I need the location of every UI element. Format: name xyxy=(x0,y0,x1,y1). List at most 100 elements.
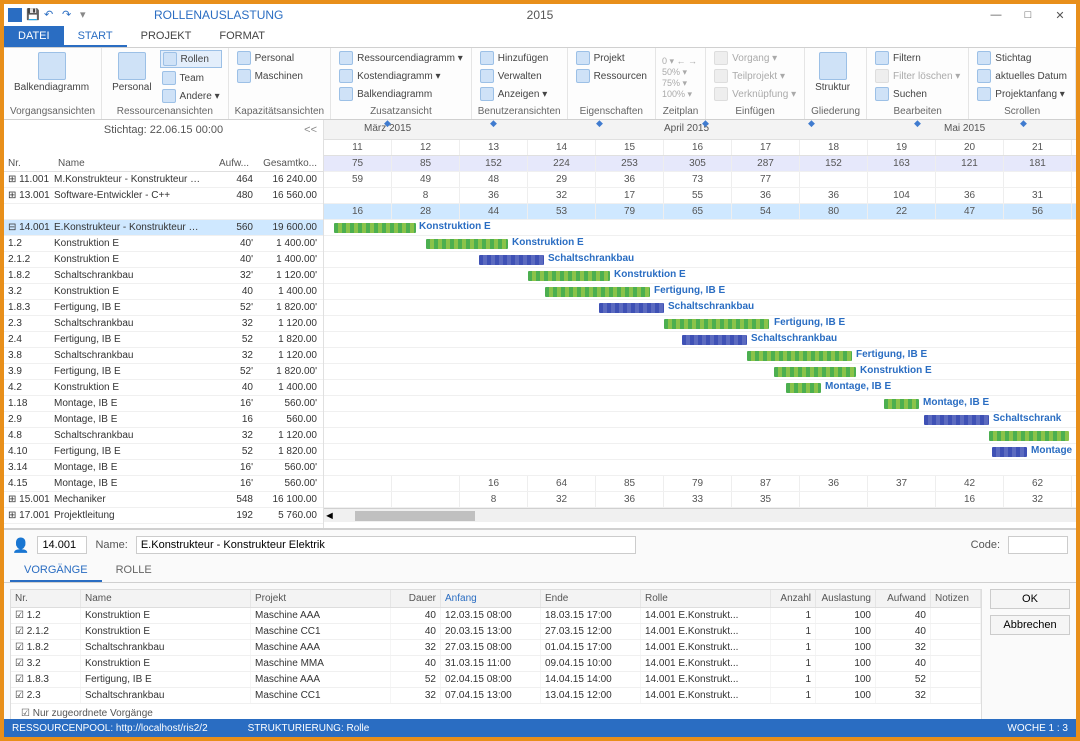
gantt-row[interactable]: Konstruktion E xyxy=(324,236,1076,252)
table-row[interactable]: 1.8.2Schaltschrankbau32'1 120.00' xyxy=(4,268,323,284)
detail-tab-vorgaenge[interactable]: VORGÄNGE xyxy=(10,560,102,582)
table-row[interactable]: ⊞ 11.001M.Konstrukteur - Konstrukteur Me… xyxy=(4,172,323,188)
col-name[interactable]: Name xyxy=(54,156,203,171)
table-row[interactable]: ⊟ 14.001E.Konstrukteur - Konstrukteur El… xyxy=(4,220,323,236)
tab-datei[interactable]: DATEI xyxy=(4,26,64,47)
table-row[interactable]: ⊞ 13.001Software-Entwickler - C++48016 5… xyxy=(4,188,323,204)
table-row[interactable]: 3.2Konstruktion E401 400.00 xyxy=(4,284,323,300)
gantt-bar[interactable] xyxy=(664,319,769,329)
balkendiagramm-button[interactable]: Balkendiagramm xyxy=(10,50,93,106)
table-row[interactable] xyxy=(4,204,323,220)
gantt-row[interactable] xyxy=(324,460,1076,476)
gantt-row[interactable]: Fertigung, IB E xyxy=(324,284,1076,300)
table-row[interactable]: 4.10Fertigung, IB E521 820.00 xyxy=(4,444,323,460)
detail-row[interactable]: ☑ 2.3SchaltschrankbauMaschine CC13207.04… xyxy=(11,688,981,704)
gantt-bar[interactable] xyxy=(747,351,852,361)
verwalten-button[interactable]: Verwalten xyxy=(478,68,551,84)
gantt-bar[interactable] xyxy=(599,303,664,313)
close-button[interactable]: ✕ xyxy=(1048,9,1072,22)
col-nr[interactable]: Nr. xyxy=(4,156,54,171)
detail-tab-rolle[interactable]: ROLLE xyxy=(102,560,166,582)
rollen-button[interactable]: Rollen xyxy=(160,50,222,68)
gantt-bar[interactable] xyxy=(884,399,919,409)
hinzufuegen-button[interactable]: Hinzufügen xyxy=(478,50,551,66)
gantt-bar[interactable] xyxy=(992,447,1027,457)
gantt-row[interactable]: Konstruktion E xyxy=(324,268,1076,284)
balkendiagramm2-button[interactable]: Balkendiagramm xyxy=(337,86,465,102)
minimize-button[interactable]: — xyxy=(984,9,1008,22)
gantt-bar[interactable] xyxy=(786,383,821,393)
table-row[interactable]: ⊞ 17.001Projektleitung1925 760.00 xyxy=(4,508,323,524)
col-aufw[interactable]: Aufw... xyxy=(203,156,253,171)
tab-start[interactable]: START xyxy=(64,26,127,47)
gantt-row[interactable]: Montage, IB E xyxy=(324,380,1076,396)
gantt-row[interactable]: Konstruktion E xyxy=(324,220,1076,236)
gantt-bar[interactable] xyxy=(545,287,650,297)
personal-button[interactable]: Personal xyxy=(108,50,155,106)
maschinen-button[interactable]: Maschinen xyxy=(235,68,305,84)
personal2-button[interactable]: Personal xyxy=(235,50,305,66)
filtern-button[interactable]: Filtern xyxy=(873,50,962,66)
gantt-row[interactable]: Fertigung, IB E xyxy=(324,348,1076,364)
table-row[interactable]: 1.8.3Fertigung, IB E52'1 820.00' xyxy=(4,300,323,316)
horizontal-scrollbar[interactable]: ◄ xyxy=(324,508,1076,522)
table-row[interactable]: 3.14Montage, IB E16'560.00' xyxy=(4,460,323,476)
table-row[interactable]: 2.3Schaltschrankbau321 120.00 xyxy=(4,316,323,332)
table-row[interactable]: 1.2Konstruktion E40'1 400.00' xyxy=(4,236,323,252)
gantt-row[interactable]: Schaltschrankbau xyxy=(324,332,1076,348)
gantt-row[interactable]: Konstruktion E xyxy=(324,364,1076,380)
gantt-bar[interactable] xyxy=(426,239,508,249)
detail-row[interactable]: ☑ 1.2Konstruktion EMaschine AAA4012.03.1… xyxy=(11,608,981,624)
gantt-row[interactable]: Schaltschrank xyxy=(324,412,1076,428)
redo-icon[interactable]: ↷ xyxy=(62,8,76,22)
gantt-bar[interactable] xyxy=(682,335,747,345)
projektanfang-button[interactable]: Projektanfang ▾ xyxy=(975,86,1069,102)
gantt-row[interactable]: Schaltschrankbau xyxy=(324,300,1076,316)
gantt-row[interactable]: Fertigung, IB E xyxy=(324,316,1076,332)
table-row[interactable]: 4.15Montage, IB E16'560.00' xyxy=(4,476,323,492)
gantt-row[interactable]: Montage, IB E xyxy=(324,396,1076,412)
gantt-bar[interactable] xyxy=(774,367,856,377)
stichtag-button[interactable]: Stichtag xyxy=(975,50,1069,66)
tab-projekt[interactable]: PROJEKT xyxy=(127,26,206,47)
tab-format[interactable]: FORMAT xyxy=(205,26,279,47)
ok-button[interactable]: OK xyxy=(990,589,1070,609)
team-button[interactable]: Team xyxy=(160,70,222,86)
table-row[interactable]: 2.9Montage, IB E16560.00 xyxy=(4,412,323,428)
table-row[interactable]: 4.2Konstruktion E401 400.00 xyxy=(4,380,323,396)
table-row[interactable]: 1.18Montage, IB E16'560.00' xyxy=(4,396,323,412)
detail-row[interactable]: ☑ 1.8.3Fertigung, IB EMaschine AAA5202.0… xyxy=(11,672,981,688)
detail-row[interactable]: ☑ 2.1.2Konstruktion EMaschine CC14020.03… xyxy=(11,624,981,640)
table-row[interactable]: 2.1.2Konstruktion E40'1 400.00' xyxy=(4,252,323,268)
aktuelles-datum-button[interactable]: aktuelles Datum xyxy=(975,68,1069,84)
save-icon[interactable]: 💾 xyxy=(26,8,40,22)
gantt-bar[interactable] xyxy=(479,255,544,265)
suchen-button[interactable]: Suchen xyxy=(873,86,962,102)
ressourcen-props-button[interactable]: Ressourcen xyxy=(574,68,649,84)
cancel-button[interactable]: Abbrechen xyxy=(990,615,1070,635)
detail-row[interactable]: ☑ 1.8.2SchaltschrankbauMaschine AAA3227.… xyxy=(11,640,981,656)
detail-code-field[interactable] xyxy=(1008,536,1068,554)
kostendiagramm-button[interactable]: Kostendiagramm ▾ xyxy=(337,68,465,84)
qat-dropdown-icon[interactable]: ▾ xyxy=(80,8,94,22)
col-ges[interactable]: Gesamtko... xyxy=(253,156,323,171)
detail-name-field[interactable] xyxy=(136,536,636,554)
anzeigen-button[interactable]: Anzeigen ▾ xyxy=(478,86,551,102)
table-row[interactable]: 3.9Fertigung, IB E52'1 820.00' xyxy=(4,364,323,380)
ressourcendiagramm-button[interactable]: Ressourcendiagramm ▾ xyxy=(337,50,465,66)
table-row[interactable]: 2.4Fertigung, IB E521 820.00 xyxy=(4,332,323,348)
collapse-icon[interactable]: << xyxy=(304,124,317,136)
gantt-bar[interactable] xyxy=(334,223,416,233)
gantt-row[interactable]: Montage xyxy=(324,444,1076,460)
gantt-bar[interactable] xyxy=(528,271,610,281)
undo-icon[interactable]: ↶ xyxy=(44,8,58,22)
andere-button[interactable]: Andere ▾ xyxy=(160,88,222,104)
table-row[interactable]: ⊞ 15.001Mechaniker54816 100.00 xyxy=(4,492,323,508)
gantt-bar[interactable] xyxy=(989,431,1069,441)
projekt-props-button[interactable]: Projekt xyxy=(574,50,649,66)
detail-id-field[interactable] xyxy=(37,536,87,554)
maximize-button[interactable]: □ xyxy=(1016,9,1040,22)
detail-row[interactable]: ☑ 3.2Konstruktion EMaschine MMA4031.03.1… xyxy=(11,656,981,672)
struktur-button[interactable]: Struktur xyxy=(811,50,854,106)
gantt-bar[interactable] xyxy=(924,415,989,425)
